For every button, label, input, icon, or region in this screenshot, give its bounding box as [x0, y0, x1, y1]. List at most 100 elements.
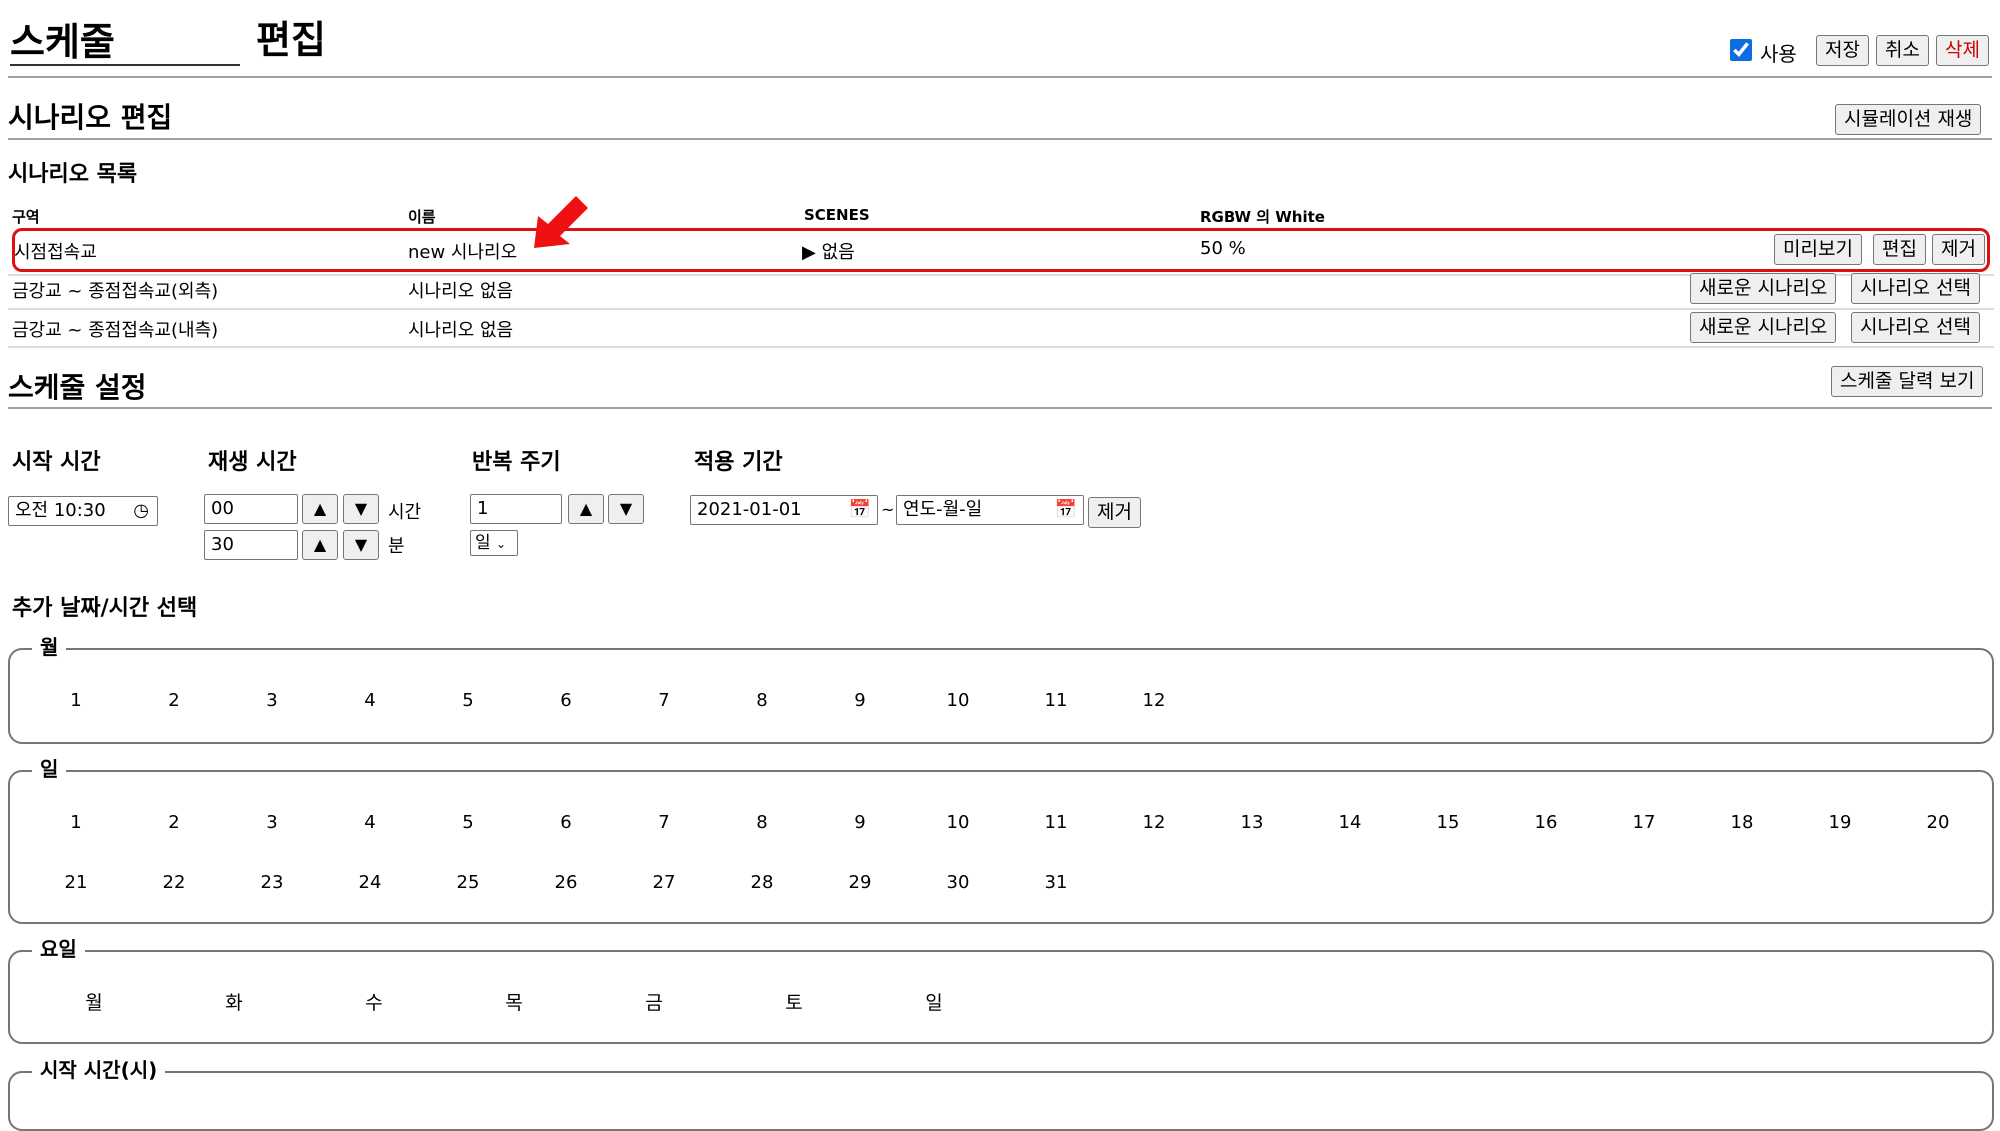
- period-end-date[interactable]: 연도-월-일 📅: [896, 495, 1084, 525]
- hours-increase-button[interactable]: ▲: [302, 494, 338, 524]
- days-group: 일 1 2 3 4 5 6 7 8 9 10 11 12 13 14 15 16 17 18 19 20 21 22 23 2…: [8, 753, 1994, 924]
- weekday-option[interactable]: 금: [624, 988, 684, 1015]
- repeat-label: 반복 주기: [472, 450, 561, 475]
- play-hours-input[interactable]: 00: [204, 494, 298, 524]
- select-scenario-button[interactable]: 시나리오 선택: [1851, 312, 1980, 343]
- day-option[interactable]: 22: [144, 872, 204, 893]
- hours-decrease-button[interactable]: ▼: [343, 494, 379, 524]
- edit-button[interactable]: 편집: [1873, 234, 1926, 265]
- repeat-unit-select[interactable]: 일 ⌄: [470, 530, 518, 556]
- column-header-scenes: SCENES: [804, 206, 870, 224]
- repeat-input[interactable]: 1: [470, 494, 562, 524]
- repeat-unit-value: 일: [475, 533, 491, 553]
- months-legend: 월: [32, 631, 67, 660]
- day-option[interactable]: 20: [1908, 812, 1968, 833]
- day-option[interactable]: 16: [1516, 812, 1576, 833]
- select-scenario-button[interactable]: 시나리오 선택: [1851, 273, 1980, 304]
- month-option[interactable]: 1: [46, 690, 106, 711]
- day-option[interactable]: 5: [438, 812, 498, 833]
- month-option[interactable]: 3: [242, 690, 302, 711]
- weekday-option[interactable]: 목: [484, 988, 544, 1015]
- start-time-label: 시작 시간: [12, 450, 101, 475]
- minutes-unit: 분: [388, 536, 405, 557]
- day-option[interactable]: 28: [732, 872, 792, 893]
- cancel-button[interactable]: 취소: [1876, 35, 1929, 66]
- day-option[interactable]: 6: [536, 812, 596, 833]
- day-option[interactable]: 21: [46, 872, 106, 893]
- day-option[interactable]: 27: [634, 872, 694, 893]
- day-option[interactable]: 4: [340, 812, 400, 833]
- hours-group: 시작 시간(시): [8, 1054, 1994, 1131]
- day-option[interactable]: 7: [634, 812, 694, 833]
- weekday-option[interactable]: 월: [64, 988, 124, 1015]
- day-option[interactable]: 11: [1026, 812, 1086, 833]
- day-option[interactable]: 8: [732, 812, 792, 833]
- months-group: 월 1 2 3 4 5 6 7 8 9 10 11 12: [8, 631, 1994, 744]
- month-option[interactable]: 6: [536, 690, 596, 711]
- play-minutes-input[interactable]: 30: [204, 530, 298, 560]
- new-scenario-button[interactable]: 새로운 시나리오: [1690, 312, 1837, 343]
- period-remove-button[interactable]: 제거: [1088, 497, 1141, 528]
- schedule-calendar-button[interactable]: 스케줄 달력 보기: [1831, 366, 1984, 397]
- new-scenario-button[interactable]: 새로운 시나리오: [1690, 273, 1837, 304]
- month-option[interactable]: 9: [830, 690, 890, 711]
- weekday-option[interactable]: 수: [344, 988, 404, 1015]
- month-option[interactable]: 12: [1124, 690, 1184, 711]
- day-option[interactable]: 26: [536, 872, 596, 893]
- column-header-white: RGBW 의 White: [1200, 208, 1325, 226]
- day-option[interactable]: 19: [1810, 812, 1870, 833]
- day-option[interactable]: 18: [1712, 812, 1772, 833]
- day-option[interactable]: 30: [928, 872, 988, 893]
- day-option[interactable]: 24: [340, 872, 400, 893]
- day-option[interactable]: 31: [1026, 872, 1086, 893]
- month-option[interactable]: 11: [1026, 690, 1086, 711]
- day-option[interactable]: 3: [242, 812, 302, 833]
- hours-unit: 시간: [388, 502, 422, 523]
- day-option[interactable]: 13: [1222, 812, 1282, 833]
- preview-button[interactable]: 미리보기: [1774, 234, 1862, 265]
- minutes-decrease-button[interactable]: ▼: [343, 530, 379, 560]
- month-option[interactable]: 5: [438, 690, 498, 711]
- calendar-icon[interactable]: 📅: [849, 496, 871, 524]
- simulation-play-button[interactable]: 시뮬레이션 재생: [1835, 104, 1982, 135]
- period-tilde: ~: [881, 500, 895, 519]
- month-option[interactable]: 10: [928, 690, 988, 711]
- day-option[interactable]: 2: [144, 812, 204, 833]
- weekday-option[interactable]: 토: [764, 988, 824, 1015]
- month-option[interactable]: 4: [340, 690, 400, 711]
- chevron-down-icon: ⌄: [496, 537, 507, 551]
- save-button[interactable]: 저장: [1816, 35, 1869, 66]
- period-end-placeholder: 연도-월-일: [903, 499, 983, 520]
- month-option[interactable]: 2: [144, 690, 204, 711]
- weekday-option[interactable]: 화: [204, 988, 264, 1015]
- period-start-value: 2021-01-01: [697, 499, 802, 520]
- repeat-decrease-button[interactable]: ▼: [608, 494, 644, 524]
- day-option[interactable]: 17: [1614, 812, 1674, 833]
- period-label: 적용 기간: [694, 450, 783, 475]
- day-option[interactable]: 9: [830, 812, 890, 833]
- scenes-toggle[interactable]: ▶ 없음: [802, 238, 855, 264]
- month-option[interactable]: 8: [732, 690, 792, 711]
- weekdays-group: 요일 월 화 수 목 금 토 일: [8, 933, 1994, 1044]
- day-option[interactable]: 1: [46, 812, 106, 833]
- delete-button[interactable]: 삭제: [1936, 35, 1989, 66]
- minutes-increase-button[interactable]: ▲: [302, 530, 338, 560]
- day-option[interactable]: 23: [242, 872, 302, 893]
- clock-icon[interactable]: ◷: [133, 497, 149, 525]
- day-option[interactable]: 29: [830, 872, 890, 893]
- month-option[interactable]: 7: [634, 690, 694, 711]
- day-option[interactable]: 25: [438, 872, 498, 893]
- day-option[interactable]: 15: [1418, 812, 1478, 833]
- remove-button[interactable]: 제거: [1932, 234, 1985, 265]
- start-time-value: 오전 10:30: [15, 500, 106, 521]
- repeat-increase-button[interactable]: ▲: [568, 494, 604, 524]
- day-option[interactable]: 14: [1320, 812, 1380, 833]
- day-option[interactable]: 12: [1124, 812, 1184, 833]
- column-header-name: 이름: [408, 208, 436, 226]
- calendar-icon[interactable]: 📅: [1055, 496, 1077, 524]
- day-option[interactable]: 10: [928, 812, 988, 833]
- weekday-option[interactable]: 일: [904, 988, 964, 1015]
- start-time-input[interactable]: 오전 10:30 ◷: [8, 496, 158, 526]
- enabled-checkbox[interactable]: [1730, 39, 1752, 61]
- period-start-date[interactable]: 2021-01-01 📅: [690, 495, 878, 525]
